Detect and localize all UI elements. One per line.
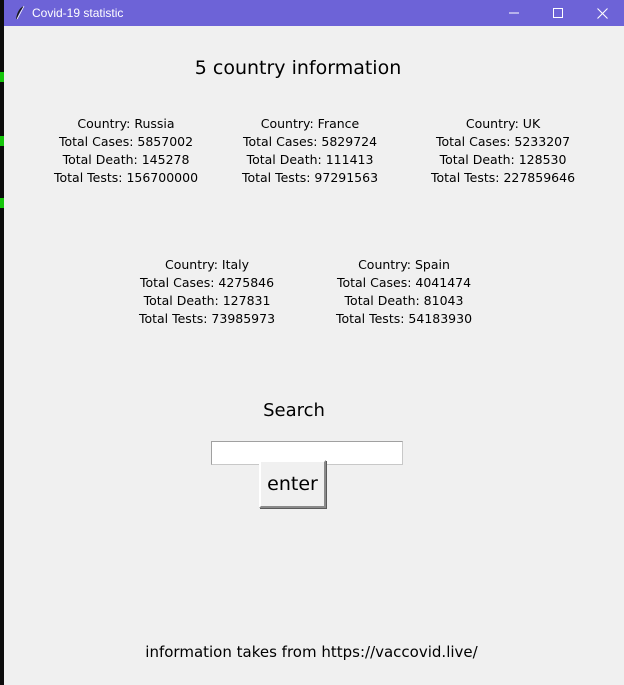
country-card-france: Country: France Total Cases: 5829724 Tot… — [230, 115, 390, 187]
country-name: Country: UK — [465, 116, 541, 131]
total-death: Total Death: 111413 — [246, 152, 374, 167]
total-cases: Total Cases: 4275846 — [139, 275, 275, 290]
total-tests: Total Tests: 73985973 — [138, 311, 276, 326]
total-death: Total Death: 145278 — [62, 152, 190, 167]
country-name: Country: Spain — [358, 257, 450, 272]
total-tests: Total Tests: 227859646 — [430, 170, 576, 185]
close-button[interactable] — [580, 0, 624, 26]
total-cases: Total Cases: 4041474 — [336, 275, 472, 290]
title-bar[interactable]: Covid-19 statistic — [4, 0, 624, 26]
page-title: 5 country information — [194, 57, 402, 79]
country-card-spain: Country: Spain Total Cases: 4041474 Tota… — [324, 256, 484, 328]
app-window: Covid-19 statistic 5 country information… — [4, 0, 624, 685]
total-tests: Total Tests: 54183930 — [335, 311, 473, 326]
country-name: Country: Russia — [77, 116, 175, 131]
country-name: Country: Italy — [164, 257, 250, 272]
country-card-russia: Country: Russia Total Cases: 5857002 Tot… — [46, 115, 206, 187]
total-cases: Total Cases: 5233207 — [435, 134, 571, 149]
window-title: Covid-19 statistic — [32, 6, 124, 20]
country-card-uk: Country: UK Total Cases: 5233207 Total D… — [420, 115, 586, 187]
country-name: Country: France — [260, 116, 360, 131]
total-tests: Total Tests: 156700000 — [53, 170, 199, 185]
source-footer: information takes from https://vaccovid.… — [145, 643, 478, 661]
total-cases: Total Cases: 5857002 — [58, 134, 194, 149]
total-death: Total Death: 81043 — [344, 293, 464, 308]
maximize-icon — [553, 8, 563, 18]
total-tests: Total Tests: 97291563 — [241, 170, 379, 185]
minimize-button[interactable] — [492, 0, 536, 26]
close-icon — [596, 7, 608, 19]
feather-icon — [16, 5, 25, 20]
maximize-button[interactable] — [536, 0, 580, 26]
total-cases: Total Cases: 5829724 — [242, 134, 378, 149]
total-death: Total Death: 127831 — [143, 293, 271, 308]
country-card-italy: Country: Italy Total Cases: 4275846 Tota… — [127, 256, 287, 328]
total-death: Total Death: 128530 — [439, 152, 567, 167]
search-label: Search — [263, 400, 325, 421]
enter-button[interactable]: enter — [259, 460, 326, 508]
minimize-icon — [509, 12, 519, 14]
